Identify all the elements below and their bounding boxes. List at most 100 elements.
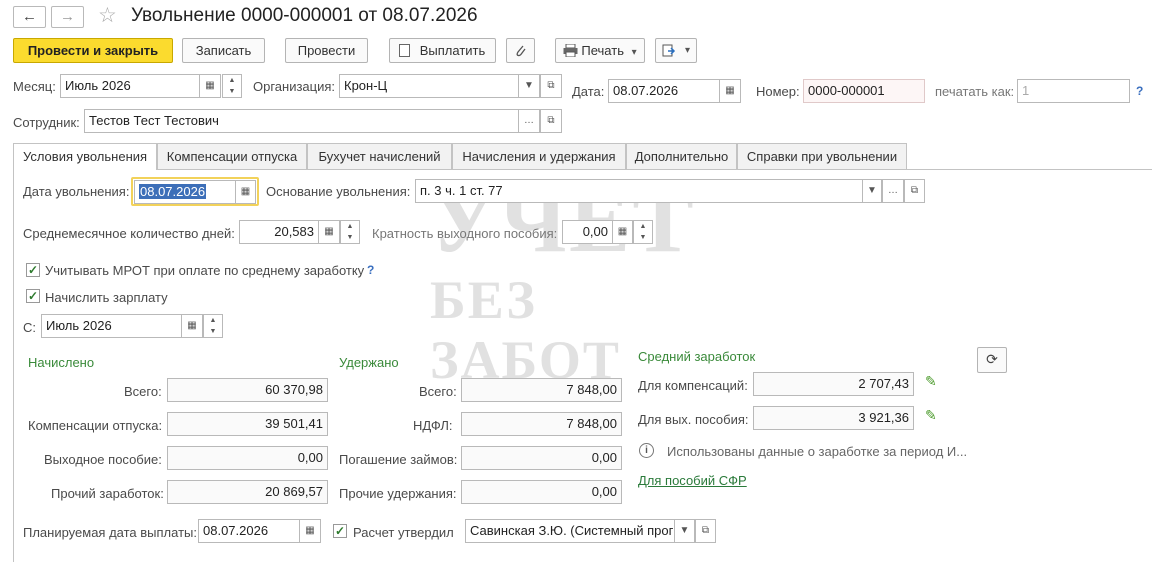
approved-by-open-button[interactable]: ⧉ <box>695 519 716 543</box>
spin-down-icon: ▼ <box>228 88 236 95</box>
approved-by-dropdown-button[interactable]: ▼ <box>674 519 695 543</box>
loans-repayment-label: Погашение займов: <box>339 452 458 467</box>
tab-vacation-compensation[interactable]: Компенсации отпуска <box>157 143 307 169</box>
approved-checkbox[interactable]: ✓ <box>333 524 347 538</box>
spin-up-icon: ▲ <box>228 77 236 84</box>
severance-multiplier-label: Кратность выходного пособия: <box>372 226 558 241</box>
tab-divider <box>13 169 1152 170</box>
organization-open-button[interactable]: ⧉ <box>540 74 562 98</box>
spin-up-icon-3: ▲ <box>639 223 647 230</box>
employee-field[interactable]: Тестов Тест Тестович <box>84 109 520 133</box>
open-form-icon-3: ⧉ <box>910 185 919 196</box>
refresh-button[interactable]: ⟳ <box>977 347 1007 373</box>
mrot-checkbox[interactable]: ✓ <box>26 263 40 277</box>
tab-accruals-deductions[interactable]: Начисления и удержания <box>452 143 626 169</box>
organization-label: Организация: <box>253 79 336 94</box>
print-button[interactable]: Печать ▾ <box>555 38 645 63</box>
sfr-benefits-link[interactable]: Для пособий СФР <box>638 473 747 488</box>
date-field[interactable]: 08.07.2026 <box>608 79 720 103</box>
avg-days-spinner[interactable]: ▲ ▼ <box>340 220 360 244</box>
refresh-icon: ⟳ <box>986 351 998 367</box>
tab-panel-border <box>13 169 14 562</box>
from-field[interactable]: Июль 2026 <box>41 314 182 338</box>
dropdown-arrow-icon-3: ▼ <box>679 525 690 536</box>
accrued-section-title: Начислено <box>28 355 95 370</box>
approved-by-field[interactable]: Савинская З.Ю. (Системный прог <box>465 519 675 543</box>
month-spinner[interactable]: ▲ ▼ <box>222 74 242 98</box>
printer-icon <box>563 44 578 57</box>
from-label: С: <box>23 320 36 335</box>
dropdown-arrow-icon: ▼ <box>524 80 534 91</box>
calculator-icon-2: ▦ <box>617 226 628 237</box>
from-calendar-button[interactable]: ▦ <box>181 314 203 338</box>
avg-days-field[interactable]: 20,583 <box>239 220 319 244</box>
calculator-icon: ▦ <box>324 226 334 237</box>
other-deductions-label: Прочие удержания: <box>339 486 457 501</box>
severance-multiplier-calc-button[interactable]: ▦ <box>612 220 633 244</box>
employee-select-button[interactable]: … <box>518 109 540 133</box>
open-form-icon-4: ⧉ <box>701 525 710 536</box>
month-label: Месяц: <box>13 79 56 94</box>
avg-earnings-section-title: Средний заработок <box>638 349 756 364</box>
dismissal-reason-field[interactable]: п. 3 ч. 1 ст. 77 <box>415 179 863 203</box>
severance-multiplier-field[interactable]: 0,00 <box>562 220 613 244</box>
edit-comp-pencil-icon[interactable]: ✎ <box>925 373 937 390</box>
print-button-label: Печать <box>581 43 624 58</box>
organization-field[interactable]: Крон-Ц <box>339 74 519 98</box>
watermark-line2: БЕЗ ЗАБОТ <box>430 270 621 390</box>
employee-label: Сотрудник: <box>13 115 80 130</box>
reason-dropdown-button[interactable]: ▼ <box>862 179 882 203</box>
organization-dropdown-button[interactable]: ▼ <box>518 74 540 98</box>
tab-additional[interactable]: Дополнительно <box>626 143 737 169</box>
edit-severance-pencil-icon[interactable]: ✎ <box>925 407 937 424</box>
back-button[interactable]: ← <box>13 6 46 28</box>
ndfl-label: НДФЛ: <box>413 418 453 433</box>
reason-open-button[interactable]: ⧉ <box>904 179 925 203</box>
tab-dismissal-certificates[interactable]: Справки при увольнении <box>737 143 907 169</box>
dismissal-date-field[interactable]: 08.07.2026 <box>134 180 236 204</box>
planned-pay-date-calendar-button[interactable]: ▦ <box>299 519 321 543</box>
save-button[interactable]: Записать <box>182 38 265 63</box>
from-spinner[interactable]: ▲ ▼ <box>203 314 223 338</box>
post-button[interactable]: Провести <box>285 38 368 63</box>
planned-pay-date-label: Планируемая дата выплаты: <box>23 525 197 540</box>
pay-button[interactable]: Выплатить <box>389 38 496 63</box>
ellipsis-icon: … <box>524 115 534 126</box>
tab-accrual-accounting[interactable]: Бухучет начислений <box>307 143 452 169</box>
number-field[interactable]: 0000-000001 <box>803 79 925 103</box>
chevron-down-icon: ▾ <box>631 47 637 58</box>
month-field[interactable]: Июль 2026 <box>60 74 200 98</box>
planned-pay-date-field[interactable]: 08.07.2026 <box>198 519 300 543</box>
accrued-total-label: Всего: <box>124 384 162 399</box>
dropdown-arrow-icon-2: ▼ <box>867 185 877 196</box>
month-calendar-button[interactable]: ▦ <box>199 74 221 98</box>
employee-open-button[interactable]: ⧉ <box>540 109 562 133</box>
other-earnings-field: 20 869,57 <box>167 480 328 504</box>
number-label: Номер: <box>756 84 800 99</box>
spin-down-icon-4: ▼ <box>209 328 217 335</box>
other-earnings-label: Прочий заработок: <box>51 486 164 501</box>
help-icon[interactable]: ? <box>1136 84 1143 98</box>
severance-multiplier-spinner[interactable]: ▲ ▼ <box>633 220 653 244</box>
reason-select-button[interactable]: … <box>882 179 904 203</box>
dismissal-date-calendar-button[interactable]: ▦ <box>235 180 256 204</box>
other-deductions-field: 0,00 <box>461 480 622 504</box>
forward-button[interactable]: → <box>51 6 84 28</box>
pay-button-label: Выплатить <box>419 43 486 58</box>
withheld-section-title: Удержано <box>339 355 399 370</box>
withheld-total-field: 7 848,00 <box>461 378 622 402</box>
date-calendar-button[interactable]: ▦ <box>719 79 741 103</box>
mrot-help-icon[interactable]: ? <box>367 263 374 277</box>
tab-dismissal-conditions[interactable]: Условия увольнения <box>13 143 157 170</box>
dismissal-date-label: Дата увольнения: <box>23 184 130 199</box>
favorite-star-icon[interactable]: ☆ <box>98 4 117 28</box>
avg-days-calc-button[interactable]: ▦ <box>318 220 340 244</box>
accrue-salary-checkbox[interactable]: ✓ <box>26 289 40 303</box>
create-based-on-button[interactable]: ▾ <box>655 38 697 63</box>
arrow-left-icon: ← <box>22 8 37 25</box>
post-and-close-button[interactable]: Провести и закрыть <box>13 38 173 63</box>
attach-button[interactable] <box>506 38 535 63</box>
print-as-label: печатать как: <box>935 84 1015 99</box>
avg-days-label: Среднемесячное количество дней: <box>23 226 235 241</box>
print-as-field[interactable]: 1 <box>1017 79 1130 103</box>
